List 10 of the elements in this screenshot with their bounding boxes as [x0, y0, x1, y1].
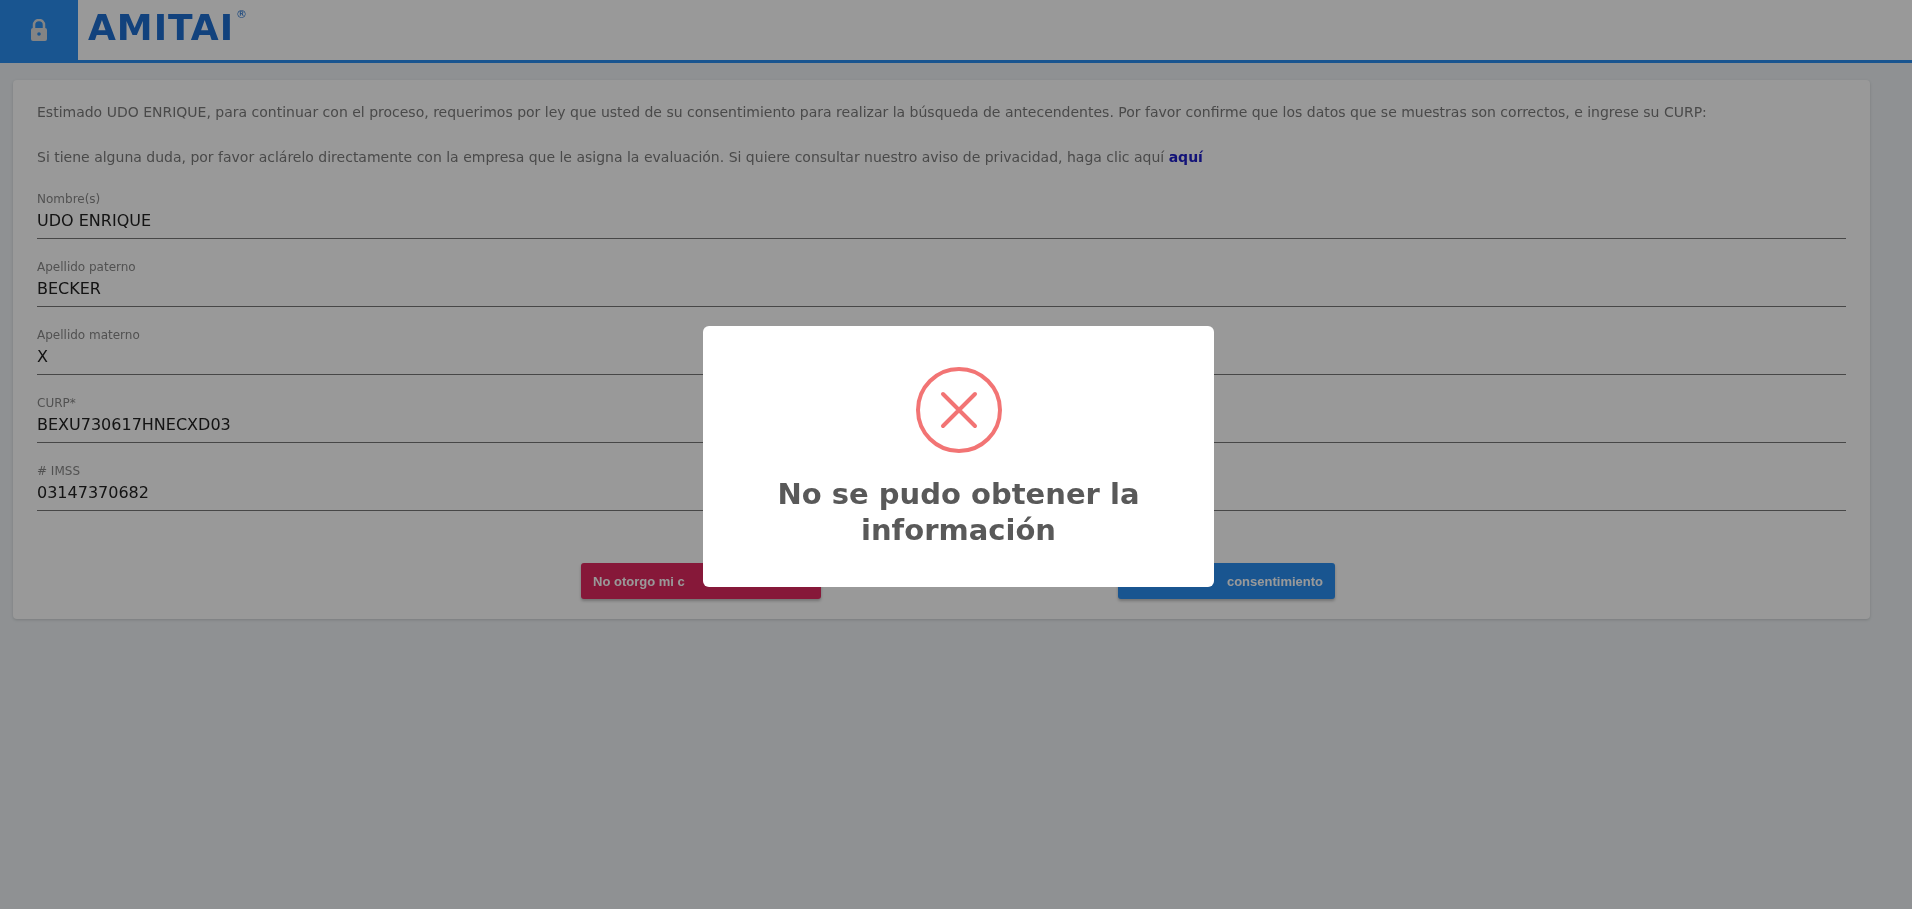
text-field[interactable]: Apellido paterno BECKER [37, 260, 1846, 307]
logo: AMITAI [88, 8, 235, 48]
privacy-note: Si tiene alguna duda, por favor aclárelo directamente con la empresa que le asigna la evaluación. Si quiere consultar nuestro aviso de privacidad, haga clic aquí aquí [37, 148, 1204, 167]
privacy-link[interactable]: aquí [1168, 149, 1203, 165]
consent-message: Estimado UDO ENRIQUE, para continuar con el proceso, requerimos por ley que usted de su consentimiento para realizar la búsqueda de antecendentes. Por favor confirme que los datos que se muestras son correctos, e ingrese su CURP: [37, 103, 1708, 122]
registered-mark: ® [236, 8, 248, 21]
text-field[interactable]: Nombre(s) UDO ENRIQUE [37, 192, 1846, 239]
dialog-title: No se pudo obtener la información [776, 476, 1141, 548]
lock-icon [30, 19, 48, 41]
error-icon [914, 366, 1003, 454]
